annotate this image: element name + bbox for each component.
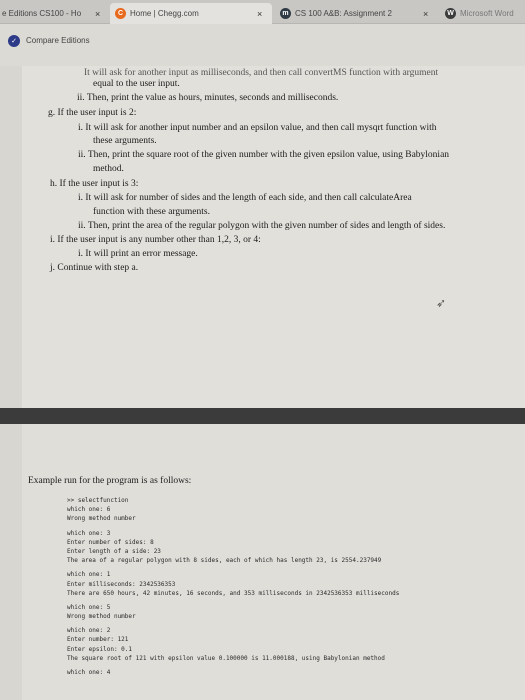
page-divider [0, 408, 525, 424]
terminal-line: Wrong method number [67, 613, 136, 621]
example-heading: Example run for the program is as follow… [28, 476, 192, 486]
doc-line: i. It will print an error message. [78, 249, 198, 259]
doc-line: function with these arguments. [93, 207, 210, 217]
terminal-line: which one: 2 [67, 627, 111, 635]
terminal-line: which one: 1 [67, 571, 111, 579]
doc-line: g. If the user input is 2: [48, 108, 137, 118]
document-page-instructions: It will ask for another input as millise… [22, 66, 525, 408]
terminal-line: Enter milliseconds: 2342536353 [67, 580, 176, 588]
edition-bar: ✓ Compare Editions [0, 24, 525, 66]
doc-line: h. If the user input is 3: [50, 179, 139, 189]
tab-title: Home | Chegg.com [130, 9, 199, 18]
word-icon: W [445, 8, 456, 19]
doc-line: ii. Then, print the value as hours, minu… [77, 93, 339, 103]
terminal-line: Enter number of sides: 8 [67, 538, 154, 546]
compare-editions-link[interactable]: Compare Editions [26, 36, 90, 45]
tab-chegg[interactable]: C Home | Chegg.com × [110, 3, 272, 24]
chegg-icon: C [115, 8, 126, 19]
tab-editions[interactable]: e Editions CS100 - Ho × [0, 3, 108, 24]
terminal-line: which one: 5 [67, 603, 111, 611]
close-icon[interactable]: × [257, 9, 262, 19]
screen: e Editions CS100 - Ho × C Home | Chegg.c… [0, 0, 525, 700]
doc-line: i. If the user input is any number other… [50, 235, 261, 245]
terminal-line: which one: 3 [67, 529, 111, 537]
partial-line: It will ask for another input as millise… [84, 68, 439, 77]
terminal-line: The area of a regular polygon with 8 sid… [67, 557, 382, 565]
terminal-line: which one: 4 [67, 669, 111, 676]
terminal-line: Enter number: 121 [67, 636, 129, 644]
tab-bar: e Editions CS100 - Ho × C Home | Chegg.c… [0, 0, 525, 24]
terminal-line: There are 650 hours, 42 minutes, 16 seco… [67, 589, 400, 597]
document-page-example: Example run for the program is as follow… [22, 424, 525, 700]
tab-assignment[interactable]: m CS 100 A&B: Assignment 2 × [276, 3, 438, 24]
terminal-line: >> selectfunction [67, 497, 129, 504]
terminal-line: The square root of 121 with epsilon valu… [67, 654, 385, 662]
doc-line: method. [93, 164, 124, 174]
close-icon[interactable]: × [423, 9, 428, 19]
doc-line: ii. Then, print the area of the regular … [78, 221, 446, 231]
tab-word[interactable]: W Microsoft Word [442, 3, 525, 24]
doc-line: these arguments. [93, 136, 157, 146]
tab-title: e Editions CS100 - Ho [2, 9, 82, 18]
terminal-line: Enter length of a side: 23 [67, 547, 161, 555]
terminal-line: which one: 6 [67, 506, 111, 514]
tab-title: CS 100 A&B: Assignment 2 [295, 9, 392, 18]
terminal-line: Enter epsilon: 0.1 [67, 645, 133, 653]
doc-line: equal to the user input. [93, 79, 180, 89]
doc-line: ii. Then, print the square root of the g… [78, 150, 450, 160]
course-icon: m [280, 8, 291, 19]
terminal-output: >> selectfunction which one: 6 Wrong metho… [67, 496, 522, 677]
terminal-line: Wrong method number [67, 515, 136, 523]
close-icon[interactable]: × [95, 9, 100, 19]
doc-line: j. Continue with step a. [50, 263, 139, 273]
mouse-cursor-icon: ➶ [436, 296, 447, 310]
tab-title: Microsoft Word [460, 9, 514, 18]
doc-line: i. It will ask for number of sides and t… [78, 193, 412, 203]
compare-icon: ✓ [8, 35, 20, 47]
doc-line: i. It will ask for another input number … [78, 123, 437, 133]
